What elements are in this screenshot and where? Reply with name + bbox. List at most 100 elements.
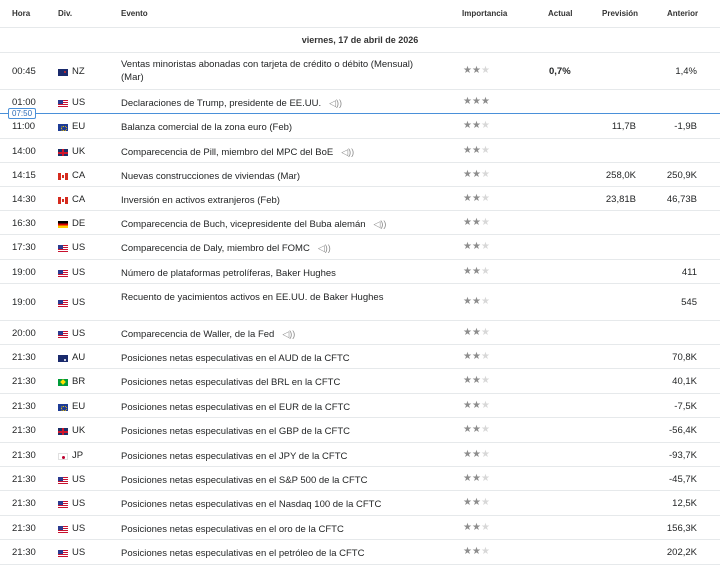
table-row[interactable]: 14:00 UK Comparecencia de Pill, miembro de…	[0, 139, 720, 163]
table-row[interactable]: 14:30 CA Inversión en activos extranjeros …	[0, 187, 720, 211]
forecast-value: 23,81B	[605, 194, 636, 205]
star-filled-icon: ★	[463, 296, 472, 307]
event-name-text[interactable]: Posiciones netas especulativas en el GBP…	[121, 426, 350, 437]
table-row[interactable]: 21:30 JP Posiciones netas especulativas en…	[0, 443, 720, 467]
event-name-text[interactable]: Ventas minoristas abonadas con tarjeta d…	[121, 59, 413, 83]
star-filled-icon: ★	[471, 120, 481, 131]
event-name-text[interactable]: Nuevas construcciones de viviendas (Mar)	[121, 171, 300, 182]
importance-stars: ★★★	[463, 522, 490, 533]
column-header-actual[interactable]: Actual	[548, 9, 572, 18]
table-row[interactable]: 21:30 BR Posiciones netas especulativas de…	[0, 369, 720, 394]
event-name-text[interactable]: Posiciones netas especulativas en el JPY…	[121, 451, 347, 462]
event-name[interactable]: Declaraciones de Trump, presidente de EE…	[121, 97, 421, 110]
event-name[interactable]: Comparecencia de Daly, miembro del FOMC ◁…	[121, 242, 421, 255]
star-filled-icon: ★	[471, 327, 481, 338]
event-name-text[interactable]: Posiciones netas especulativas en el oro…	[121, 524, 344, 535]
table-row[interactable]: 01:00 US Declaraciones de Trump, president…	[0, 90, 720, 114]
event-name[interactable]: Comparecencia de Waller, de la Fed ◁))	[121, 328, 421, 341]
event-name[interactable]: Ventas minoristas abonadas con tarjeta d…	[121, 58, 421, 84]
importance-stars: ★★★	[463, 217, 490, 228]
column-header-anterior[interactable]: Anterior	[667, 9, 698, 18]
column-header-hora[interactable]: Hora	[12, 9, 30, 18]
event-name-text[interactable]: Recuento de yacimientos activos en EE.UU…	[121, 292, 383, 303]
star-filled-icon: ★	[471, 96, 481, 107]
event-name[interactable]: Posiciones netas especulativas en el JPY…	[121, 450, 421, 463]
star-filled-icon: ★	[471, 473, 481, 484]
event-name[interactable]: Posiciones netas especulativas en el S&P…	[121, 474, 421, 487]
table-row[interactable]: 21:30 AU Posiciones netas especulativas en…	[0, 345, 720, 369]
column-header-div[interactable]: Div.	[58, 9, 72, 18]
event-name-text[interactable]: Comparecencia de Buch, vicepresidente de…	[121, 219, 366, 230]
event-name-text[interactable]: Declaraciones de Trump, presidente de EE…	[121, 98, 321, 109]
event-name[interactable]: Posiciones netas especulativas del BRL e…	[121, 376, 421, 389]
star-filled-icon: ★	[471, 497, 481, 508]
event-name-text[interactable]: Posiciones netas especulativas en el pet…	[121, 548, 364, 559]
speaker-icon: ◁))	[317, 243, 331, 253]
event-name-text[interactable]: Posiciones netas especulativas del BRL e…	[121, 377, 340, 388]
event-name[interactable]: Comparecencia de Buch, vicepresidente de…	[121, 218, 421, 231]
event-name-text[interactable]: Inversión en activos extranjeros (Feb)	[121, 195, 280, 206]
event-time: 21:30	[12, 352, 36, 363]
table-row[interactable]: 21:30 US Posiciones netas especulativas en…	[0, 491, 720, 516]
event-time: 16:30	[12, 218, 36, 229]
table-row[interactable]: 21:30 US Posiciones netas especulativas en…	[0, 516, 720, 540]
currency-code: EU	[72, 121, 86, 132]
star-filled-icon: ★	[471, 145, 481, 156]
event-name[interactable]: Posiciones netas especulativas en el pet…	[121, 547, 421, 560]
event-name-text[interactable]: Número de plataformas petrolíferas, Bake…	[121, 268, 336, 279]
event-name[interactable]: Inversión en activos extranjeros (Feb)	[121, 194, 421, 207]
table-row[interactable]: 19:00 US Número de plataformas petrolífera…	[0, 260, 720, 284]
table-row[interactable]: 21:30 UK Posiciones netas especulativas en…	[0, 418, 720, 443]
event-name-text[interactable]: Posiciones netas especulativas en el AUD…	[121, 353, 350, 364]
event-name[interactable]: Comparecencia de Pill, miembro del MPC d…	[121, 146, 421, 159]
table-row[interactable]: 00:45 NZ Ventas minoristas abonadas con ta…	[0, 53, 720, 90]
table-row[interactable]: 21:30 US Posiciones netas especulativas en…	[0, 467, 720, 491]
event-name-text[interactable]: Posiciones netas especulativas en el EUR…	[121, 402, 350, 413]
event-time: 01:00	[12, 97, 36, 108]
event-name-text[interactable]: Posiciones netas especulativas en el Nas…	[121, 499, 381, 510]
star-empty-icon: ★	[480, 296, 490, 307]
star-filled-icon: ★	[463, 65, 472, 76]
table-row[interactable]: 17:30 US Comparecencia de Daly, miembro de…	[0, 235, 720, 260]
event-name-text[interactable]: Balanza comercial de la zona euro (Feb)	[121, 122, 292, 133]
currency-code: CA	[72, 194, 86, 205]
event-name[interactable]: Balanza comercial de la zona euro (Feb)	[121, 121, 421, 134]
currency-code: BR	[72, 376, 86, 387]
event-name-text[interactable]: Posiciones netas especulativas en el S&P…	[121, 475, 367, 486]
event-name-text[interactable]: Comparecencia de Daly, miembro del FOMC	[121, 243, 310, 254]
column-header-evento[interactable]: Evento	[121, 9, 148, 18]
event-name[interactable]: Posiciones netas especulativas en el AUD…	[121, 352, 421, 365]
event-name[interactable]: Número de plataformas petrolíferas, Bake…	[121, 267, 421, 280]
star-filled-icon: ★	[463, 145, 472, 156]
event-name[interactable]: Posiciones netas especulativas en el Nas…	[121, 498, 421, 511]
event-name[interactable]: Posiciones netas especulativas en el EUR…	[121, 401, 421, 414]
event-name-text[interactable]: Comparecencia de Pill, miembro del MPC d…	[121, 147, 333, 158]
star-empty-icon: ★	[480, 351, 490, 362]
star-filled-icon: ★	[463, 449, 472, 460]
us-flag-icon	[58, 270, 68, 277]
star-filled-icon: ★	[471, 424, 481, 435]
currency-code: US	[72, 297, 86, 308]
table-row[interactable]: 14:15 CA Nuevas construcciones de vivienda…	[0, 163, 720, 187]
star-empty-icon: ★	[480, 497, 490, 508]
speaker-icon: ◁))	[373, 219, 387, 229]
table-row[interactable]: 20:00 US Comparecencia de Waller, de la Fe…	[0, 321, 720, 345]
event-name-text[interactable]: Comparecencia de Waller, de la Fed	[121, 329, 274, 340]
table-row[interactable]: 16:30 DE Comparecencia de Buch, vicepresid…	[0, 211, 720, 235]
importance-stars: ★★★	[463, 400, 490, 411]
star-empty-icon: ★	[480, 546, 490, 557]
column-header-importancia[interactable]: Importancia	[462, 9, 507, 18]
star-filled-icon: ★	[463, 169, 472, 180]
event-name[interactable]: Posiciones netas especulativas en el GBP…	[121, 425, 421, 438]
event-name[interactable]: Nuevas construcciones de viviendas (Mar)	[121, 170, 421, 183]
table-row[interactable]: 21:30 EU Posiciones netas especulativas en…	[0, 394, 720, 418]
previous-value: 250,9K	[666, 170, 697, 181]
table-row[interactable]: 21:30 US Posiciones netas especulativas en…	[0, 540, 720, 565]
event-name[interactable]: Posiciones netas especulativas en el oro…	[121, 523, 421, 536]
event-name[interactable]: Recuento de yacimientos activos en EE.UU…	[121, 291, 421, 304]
us-flag-icon	[58, 245, 68, 252]
table-row[interactable]: 11:00 EU Balanza comercial de la zona euro…	[0, 114, 720, 139]
column-header-prevision[interactable]: Previsión	[602, 9, 638, 18]
table-row[interactable]: 19:00 US Recuento de yacimientos activos e…	[0, 284, 720, 321]
event-time: 21:30	[12, 547, 36, 558]
